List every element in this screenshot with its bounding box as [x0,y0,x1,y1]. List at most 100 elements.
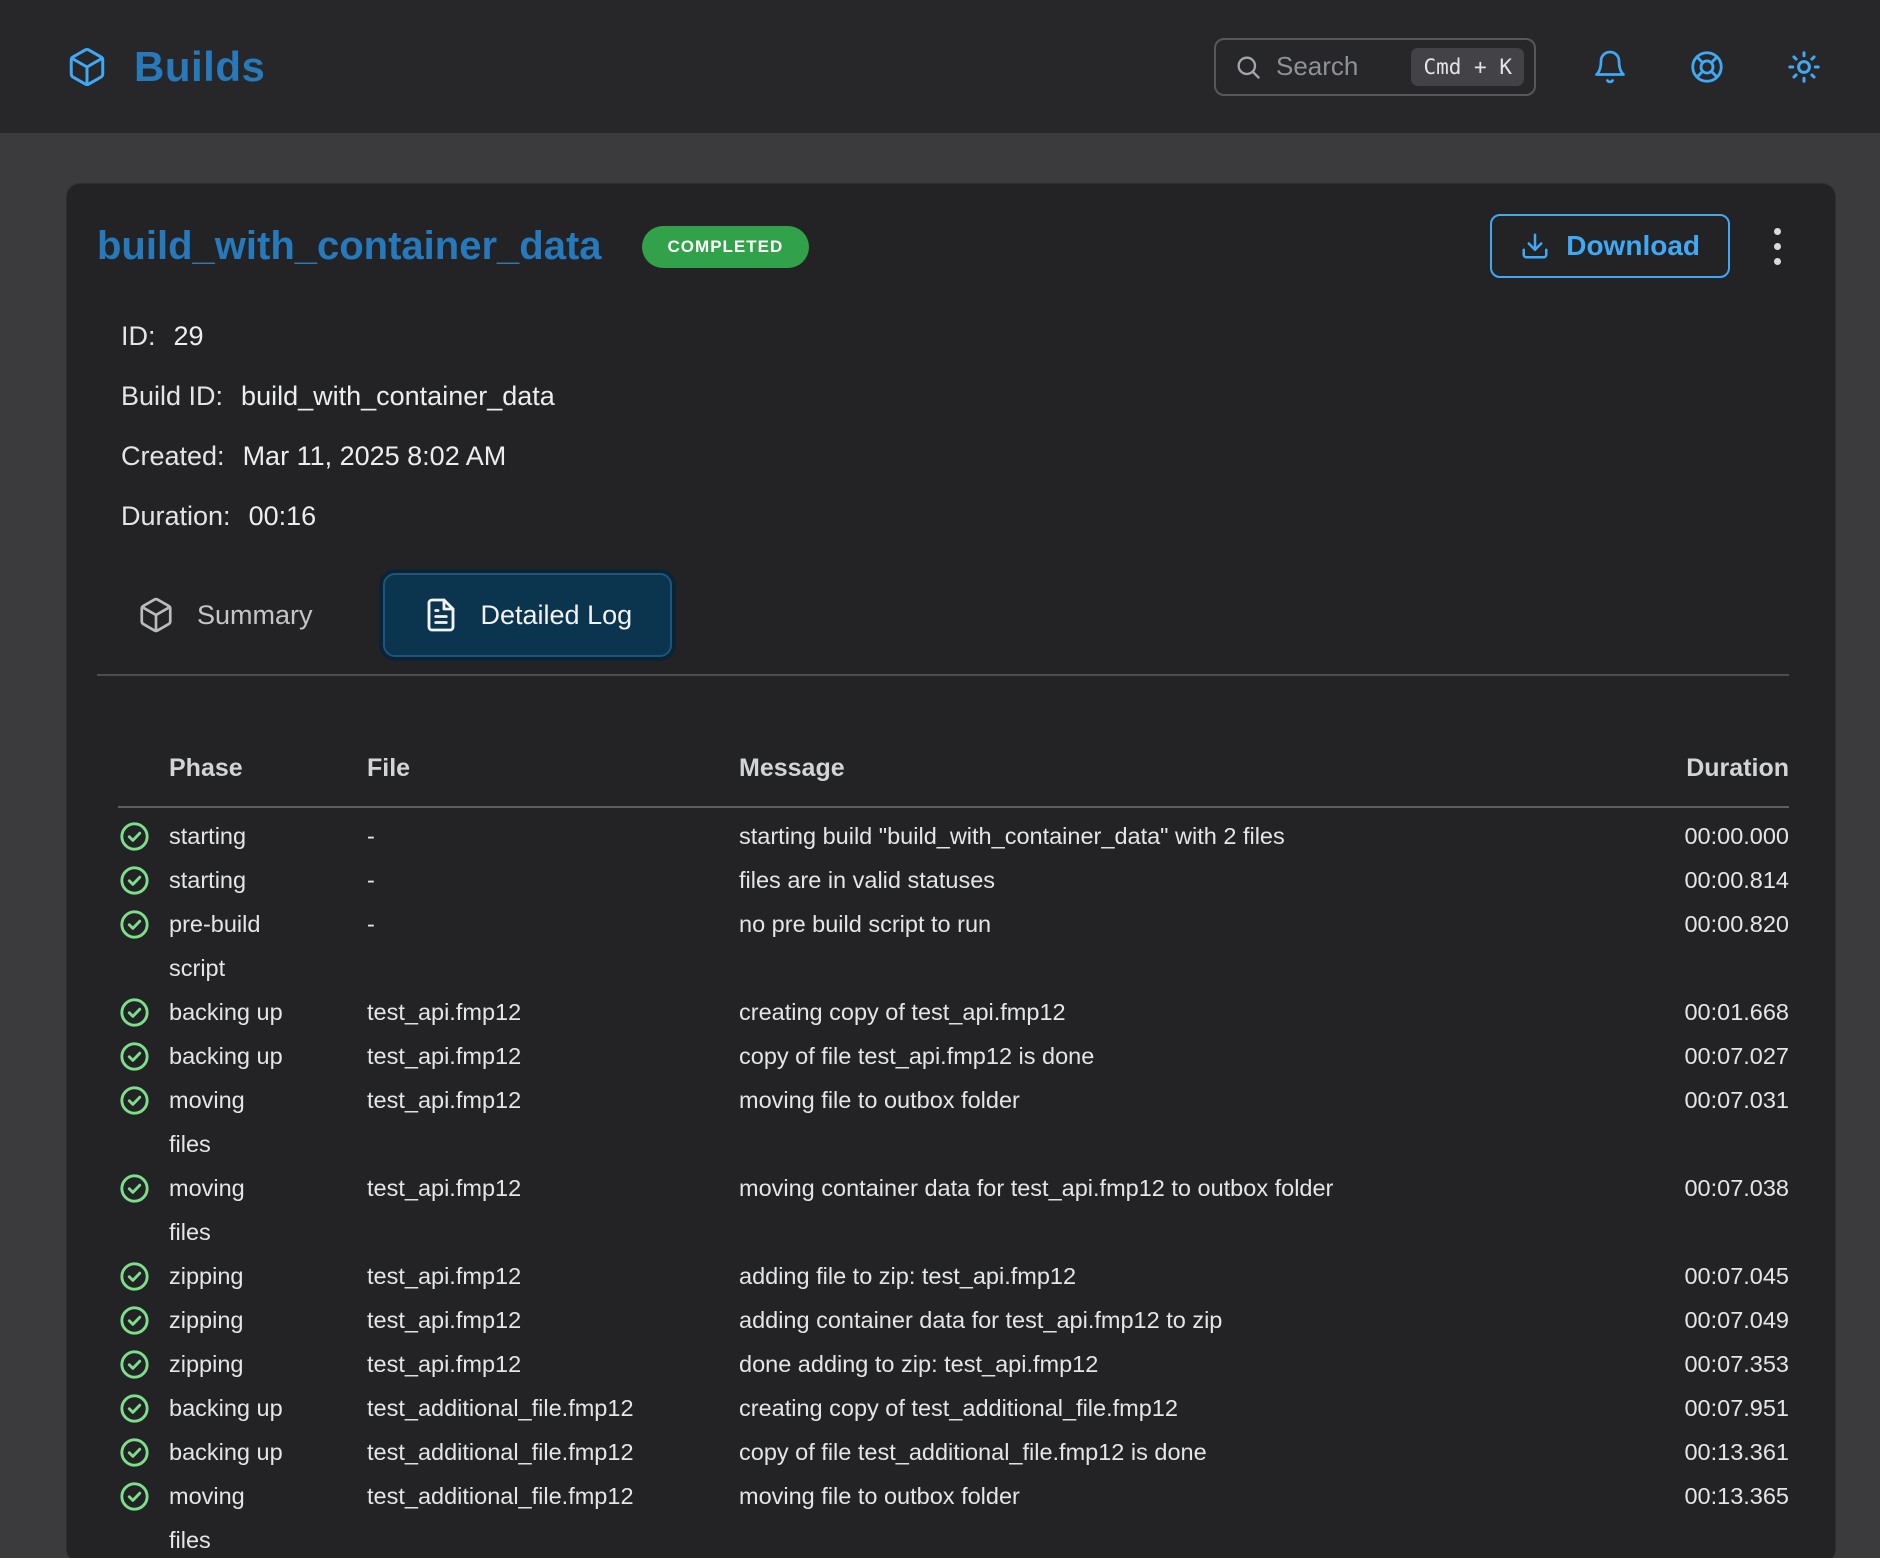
check-circle-icon [118,1430,169,1469]
bell-icon [1592,49,1628,85]
log-table-header: Phase File Message Duration [118,746,1789,790]
tab-summary-label: Summary [197,600,313,631]
check-circle-icon [118,1034,169,1073]
tabs-divider [97,674,1789,676]
check-circle-icon [118,1474,169,1513]
build-detail-card: build_with_container_data COMPLETED Down… [66,183,1836,1558]
log-table-body: starting - starting build "build_with_co… [118,814,1789,1558]
message-cell: no pre build script to run [739,902,1599,946]
help-lifebuoy-icon [1688,48,1726,86]
message-cell: moving file to outbox folder [739,1078,1599,1122]
duration-cell: 00:07.031 [1599,1078,1789,1122]
log-row: zipping test_api.fmp12 adding container … [118,1298,1789,1342]
file-cell: test_api.fmp12 [367,990,739,1034]
duration-cell: 00:01.668 [1599,990,1789,1034]
duration-cell: 00:00.820 [1599,902,1789,946]
check-circle-icon [118,990,169,1029]
check-circle-icon [118,1298,169,1337]
phase-cell: backing up [169,990,367,1034]
download-button[interactable]: Download [1490,214,1730,278]
column-header-message: Message [739,746,1599,790]
log-row: moving files test_additional_file.fmp12 … [118,1474,1789,1558]
file-cell: test_api.fmp12 [367,1078,739,1122]
file-cell: test_additional_file.fmp12 [367,1474,739,1518]
tab-summary[interactable]: Summary [109,572,341,658]
search-icon [1234,53,1262,81]
phase-cell: pre-build script [169,902,367,990]
message-cell: adding container data for test_api.fmp12… [739,1298,1599,1342]
check-circle-icon [118,1166,169,1205]
duration-cell: 00:13.361 [1599,1430,1789,1474]
log-row: moving files test_api.fmp12 moving file … [118,1078,1789,1166]
table-header-divider [118,806,1789,808]
meta-row-id: ID: 29 [121,306,1789,366]
log-table: Phase File Message Duration starting - s… [118,746,1789,1558]
log-row: zipping test_api.fmp12 done adding to zi… [118,1342,1789,1386]
page-title: Builds [134,43,265,91]
message-cell: adding file to zip: test_api.fmp12 [739,1254,1599,1298]
download-label: Download [1566,230,1700,262]
duration-cell: 00:07.951 [1599,1386,1789,1430]
log-row: starting - files are in valid statuses 0… [118,858,1789,902]
tab-detailed-log[interactable]: Detailed Log [383,573,673,657]
duration-cell: 00:13.365 [1599,1474,1789,1518]
log-row: backing up test_additional_file.fmp12 co… [118,1430,1789,1474]
duration-cell: 00:07.353 [1599,1342,1789,1386]
download-icon [1520,231,1550,261]
check-circle-icon [118,1078,169,1117]
file-cell: test_api.fmp12 [367,1342,739,1386]
search-shortcut-chip: Cmd + K [1411,48,1524,86]
meta-row-build-id: Build ID: build_with_container_data [121,366,1789,426]
phase-cell: moving files [169,1474,367,1558]
phase-cell: moving files [169,1078,367,1166]
help-button[interactable] [1684,44,1730,90]
check-circle-icon [118,858,169,897]
page-body: build_with_container_data COMPLETED Down… [0,183,1880,1558]
meta-row-duration: Duration: 00:16 [121,486,1789,546]
app-home-link[interactable]: Builds [66,43,265,91]
meta-row-created: Created: Mar 11, 2025 8:02 AM [121,426,1789,486]
search-input[interactable] [1276,51,1397,82]
message-cell: moving container data for test_api.fmp12… [739,1166,1599,1210]
duration-cell: 00:07.045 [1599,1254,1789,1298]
duration-cell: 00:00.814 [1599,858,1789,902]
theme-toggle-button[interactable] [1782,45,1826,89]
column-header-file: File [367,746,739,790]
file-cell: test_api.fmp12 [367,1166,739,1210]
message-cell: files are in valid statuses [739,858,1599,902]
file-cell: - [367,902,739,946]
file-text-icon [423,597,459,633]
file-cell: - [367,858,739,902]
theme-sun-icon [1786,49,1822,85]
column-header-phase: Phase [169,746,367,790]
duration-cell: 00:07.049 [1599,1298,1789,1342]
phase-cell: starting [169,858,367,902]
file-cell: test_additional_file.fmp12 [367,1386,739,1430]
package-icon [66,46,108,88]
search-box[interactable]: Cmd + K [1214,38,1536,96]
build-meta: ID: 29 Build ID: build_with_container_da… [121,306,1789,546]
file-cell: test_api.fmp12 [367,1298,739,1342]
file-cell: test_api.fmp12 [367,1254,739,1298]
build-title: build_with_container_data [97,224,602,269]
message-cell: moving file to outbox folder [739,1474,1599,1518]
log-row: backing up test_additional_file.fmp12 cr… [118,1386,1789,1430]
message-cell: creating copy of test_additional_file.fm… [739,1386,1599,1430]
log-row: backing up test_api.fmp12 copy of file t… [118,1034,1789,1078]
file-cell: test_additional_file.fmp12 [367,1430,739,1474]
notifications-button[interactable] [1588,45,1632,89]
message-cell: starting build "build_with_container_dat… [739,814,1599,858]
log-row: starting - starting build "build_with_co… [118,814,1789,858]
phase-cell: backing up [169,1430,367,1474]
file-cell: test_api.fmp12 [367,1034,739,1078]
check-circle-icon [118,902,169,941]
more-options-button[interactable] [1766,220,1789,273]
duration-cell: 00:07.038 [1599,1166,1789,1210]
message-cell: done adding to zip: test_api.fmp12 [739,1342,1599,1386]
message-cell: copy of file test_additional_file.fmp12 … [739,1430,1599,1474]
check-circle-icon [118,1386,169,1425]
phase-cell: zipping [169,1254,367,1298]
status-badge: COMPLETED [642,226,810,268]
phase-cell: zipping [169,1342,367,1386]
kebab-icon [1774,228,1781,265]
